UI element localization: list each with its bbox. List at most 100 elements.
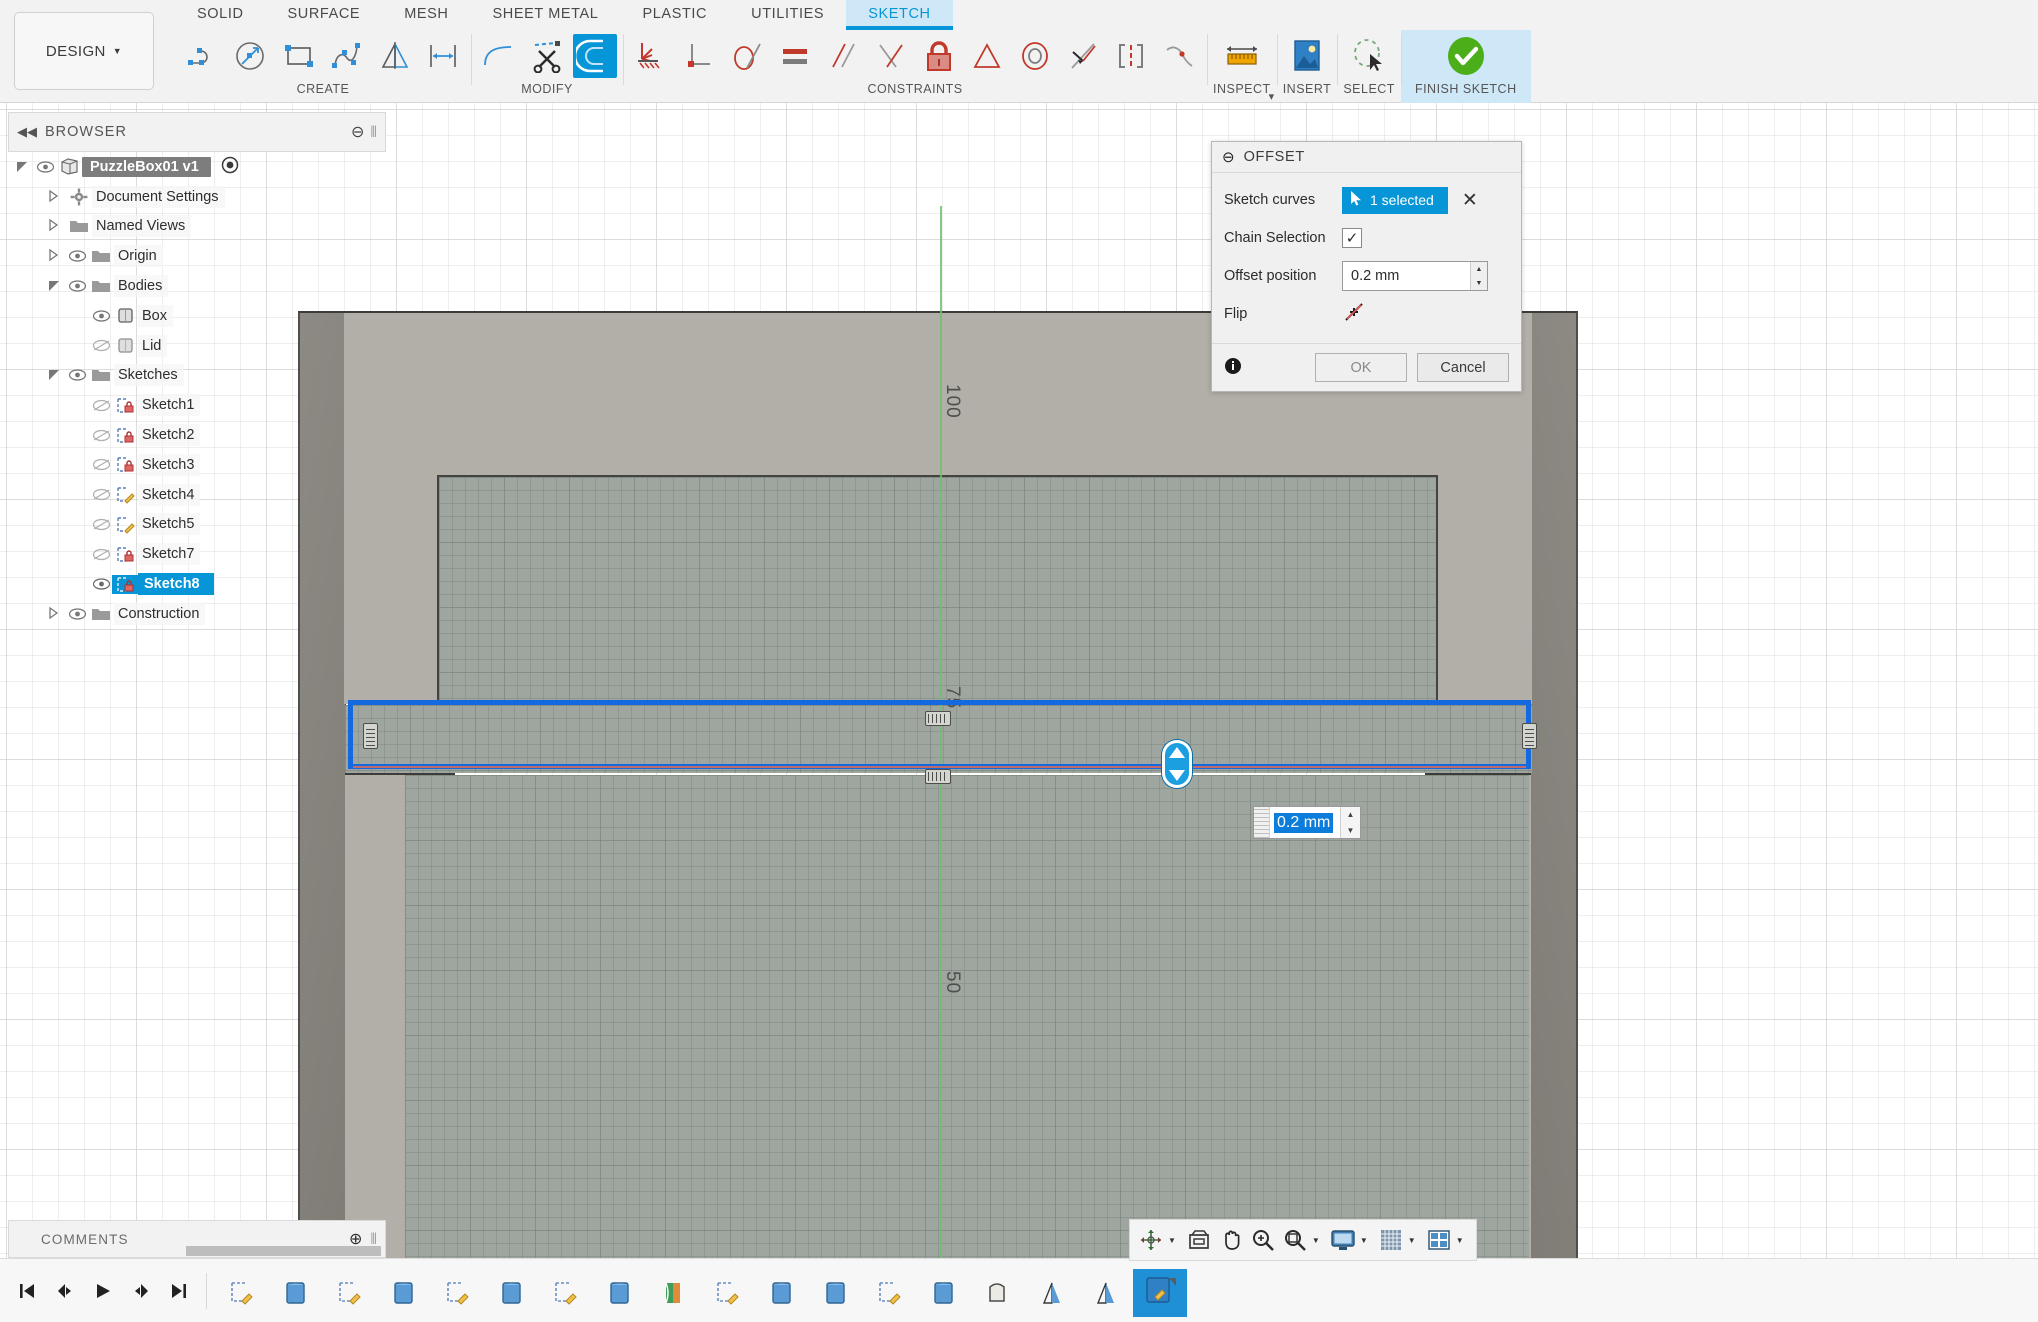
spline-icon[interactable] [325, 34, 369, 78]
collapse-arrow-icon[interactable] [46, 189, 62, 205]
tab-sheet-metal[interactable]: SHEET METAL [471, 0, 621, 30]
tree-item-sketch7[interactable]: Sketch7 [14, 539, 264, 569]
radio-dot-icon[interactable] [221, 156, 239, 178]
chain-selection-checkbox[interactable]: ✓ [1342, 228, 1362, 248]
expand-arrow-icon[interactable] [46, 367, 62, 383]
vertical-constraint-icon[interactable] [363, 723, 378, 749]
grid-snaps-icon[interactable] [1376, 1224, 1406, 1256]
equal-icon[interactable] [773, 34, 817, 78]
offset-dialog[interactable]: ⊖ OFFSET Sketch curves 1 selected ✕ Chai… [1211, 141, 1522, 392]
visibility-hidden-eye-icon[interactable] [90, 399, 112, 412]
minus-circle-icon[interactable]: ⊖ [351, 122, 364, 142]
lock-icon[interactable] [917, 34, 961, 78]
tree-item-lid[interactable]: Lid [14, 331, 264, 361]
step-back-icon[interactable] [54, 1278, 76, 1304]
visibility-eye-icon[interactable] [66, 280, 88, 292]
timeline-feature-sketch[interactable] [863, 1269, 917, 1317]
collapse-arrow-icon[interactable] [46, 248, 62, 264]
play-icon[interactable] [92, 1278, 114, 1304]
perpendicular-icon[interactable] [677, 34, 721, 78]
select-lasso-icon[interactable] [1347, 34, 1391, 78]
horizontal-constraint-icon[interactable] [925, 769, 951, 784]
timeline-feature-sketch[interactable] [431, 1269, 485, 1317]
viewports-icon[interactable] [1424, 1224, 1454, 1256]
tangent-icon[interactable] [725, 34, 769, 78]
mirror-icon[interactable] [373, 34, 417, 78]
timeline-feature-extrude[interactable] [485, 1269, 539, 1317]
line-icon[interactable] [181, 34, 225, 78]
tree-item-document-settings[interactable]: Document Settings [14, 182, 264, 212]
visibility-hidden-eye-icon[interactable] [90, 548, 112, 561]
visibility-eye-icon[interactable] [34, 161, 56, 173]
timeline-feature-combine[interactable] [647, 1269, 701, 1317]
tree-item-sketch1[interactable]: Sketch1 [14, 390, 264, 420]
symmetry-icon[interactable] [965, 34, 1009, 78]
collapse-arrow-icon[interactable] [46, 606, 62, 622]
zoom-icon[interactable] [1248, 1224, 1278, 1256]
browser-collapse-icon[interactable]: ◀◀ [9, 124, 45, 140]
fillet-icon[interactable] [477, 34, 521, 78]
offset-inline-value[interactable]: 0.2 mm [1270, 807, 1340, 838]
body-right-wall[interactable] [1530, 311, 1578, 1258]
timeline-feature-mirror[interactable] [1025, 1269, 1079, 1317]
scrollbar-thumb[interactable] [186, 1246, 381, 1256]
timeline-feature-sketch[interactable] [323, 1269, 377, 1317]
stepper-down-icon[interactable]: ▼ [1341, 823, 1360, 839]
coincident-icon[interactable] [869, 34, 913, 78]
chevron-down-icon[interactable]: ▼ [1456, 1236, 1464, 1245]
offset-curve-left[interactable] [348, 700, 353, 769]
chevron-down-icon[interactable]: ▼ [1360, 1236, 1368, 1245]
cancel-button[interactable]: Cancel [1417, 353, 1509, 382]
visibility-eye-icon[interactable] [90, 310, 112, 322]
fix-icon[interactable] [629, 34, 673, 78]
offset-position-input[interactable]: 0.2 mm ▲ ▼ [1342, 261, 1488, 291]
tab-solid[interactable]: SOLID [175, 0, 266, 30]
timeline-feature-active-sketch[interactable] [1133, 1268, 1187, 1317]
stepper-up-icon[interactable]: ▲ [1341, 807, 1360, 823]
ok-button[interactable]: OK [1315, 353, 1407, 382]
visibility-hidden-eye-icon[interactable] [90, 458, 112, 471]
offset-inline-value-field[interactable]: 0.2 mm ▲ ▼ [1253, 806, 1361, 839]
stepper-down-icon[interactable]: ▼ [1471, 276, 1487, 290]
timeline-feature-extrude[interactable] [269, 1269, 323, 1317]
tree-item-bodies[interactable]: Bodies [14, 271, 264, 301]
circle-icon[interactable] [229, 34, 273, 78]
tab-utilities[interactable]: UTILITIES [729, 0, 846, 30]
tree-item-sketch5[interactable]: Sketch5 [14, 510, 264, 540]
canvas-horizontal-scrollbar[interactable] [186, 1246, 1186, 1256]
timeline-feature-extrude[interactable] [755, 1269, 809, 1317]
tree-item-named-views[interactable]: Named Views [14, 212, 264, 242]
timeline-feature-extrude[interactable] [593, 1269, 647, 1317]
stepper-up-icon[interactable]: ▲ [1471, 262, 1487, 276]
sketch-face-lower[interactable] [405, 775, 1529, 1258]
offset-icon[interactable] [573, 34, 617, 78]
flip-arrows-icon[interactable] [1342, 300, 1366, 328]
midpoint-icon[interactable] [1109, 34, 1153, 78]
design-workspace-button[interactable]: DESIGN ▼ [14, 12, 154, 90]
info-icon[interactable] [1224, 357, 1242, 379]
visibility-hidden-eye-icon[interactable] [90, 429, 112, 442]
rectangle-icon[interactable] [277, 34, 321, 78]
pan-hand-icon[interactable] [1216, 1224, 1246, 1256]
timeline-feature-extrude[interactable] [809, 1269, 863, 1317]
curvature-icon[interactable] [1157, 34, 1201, 78]
chevron-down-icon[interactable]: ▼ [1312, 1236, 1320, 1245]
insert-image-icon[interactable] [1285, 34, 1329, 78]
tab-sketch[interactable]: SKETCH [846, 0, 953, 30]
visibility-hidden-eye-icon[interactable] [90, 518, 112, 531]
visibility-hidden-eye-icon[interactable] [90, 339, 112, 352]
trim-icon[interactable] [525, 34, 569, 78]
measure-icon[interactable] [1220, 34, 1264, 78]
vertical-constraint-icon[interactable] [1522, 723, 1537, 749]
dimension-icon[interactable] [421, 34, 465, 78]
offset-inline-stepper[interactable]: ▲ ▼ [1340, 807, 1360, 838]
timeline-feature-sketch[interactable] [539, 1269, 593, 1317]
orbit-icon[interactable] [1136, 1224, 1166, 1256]
collinear-icon[interactable] [1061, 34, 1105, 78]
offset-curve-top[interactable] [348, 700, 1531, 705]
timeline-feature-shell[interactable] [971, 1269, 1025, 1317]
minus-circle-icon[interactable]: ⊖ [1222, 148, 1235, 166]
body-left-wall[interactable] [298, 311, 346, 1258]
display-settings-icon[interactable] [1328, 1224, 1358, 1256]
go-to-start-icon[interactable] [16, 1278, 38, 1304]
